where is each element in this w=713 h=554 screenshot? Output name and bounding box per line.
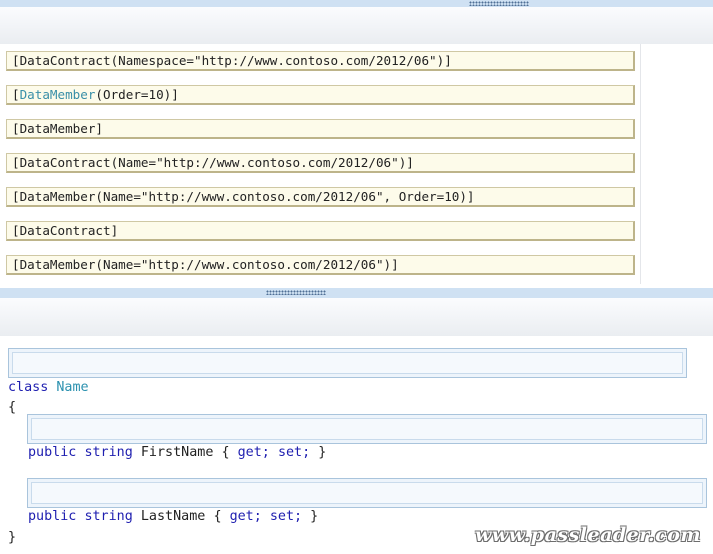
choice-datamember-name-order[interactable]: [DataMember(Name="http://www.contoso.com… (6, 187, 635, 207)
choice-bracket: [ (12, 87, 20, 102)
firstname-property-line: public string FirstName { get; set; } (28, 445, 326, 461)
set-keyword: set; (269, 509, 303, 524)
choice-bracket: [ (12, 155, 20, 170)
choice-datamember-name[interactable]: [DataMember(Name="http://www.contoso.com… (6, 255, 635, 275)
choice-bracket: [ (12, 257, 20, 272)
drop-target-class-attribute[interactable] (8, 348, 687, 378)
property-name: LastName (140, 509, 206, 524)
choice-datacontract-namespace[interactable]: [DataContract(Namespace="http://www.cont… (6, 51, 635, 71)
access-modifier: public (28, 509, 77, 524)
accessor-close: } (310, 445, 327, 460)
choice-text: DataMember] (19, 121, 103, 136)
access-modifier: public (28, 445, 77, 460)
answer-area-header (0, 7, 713, 44)
choice-bracket: [ (12, 223, 20, 238)
choice-keyword: DataMember (19, 87, 96, 102)
watermark: www.passleader.com (475, 524, 701, 546)
drag-drop-question: [DataContract(Namespace="http://www.cont… (0, 0, 713, 554)
top-splitter[interactable] (0, 0, 713, 7)
top-splitter-grip[interactable] (469, 1, 529, 6)
middle-splitter[interactable] (0, 288, 713, 298)
accessor-close: } (302, 509, 319, 524)
class-declaration-line: class Name (8, 380, 89, 396)
choice-text: DataContract(Name="http://www.contoso.co… (19, 155, 414, 170)
choice-datamember[interactable]: [DataMember] (6, 119, 635, 139)
drop-target-lastname-attribute[interactable] (27, 478, 707, 508)
choice-text: DataContract] (19, 223, 119, 238)
choice-text: DataContract(Namespace="http://www.conto… (19, 53, 452, 68)
choice-bracket: [ (12, 121, 20, 136)
close-brace: } (8, 530, 17, 545)
drop-target-firstname-attribute[interactable] (27, 414, 707, 444)
class-keyword: class (8, 380, 49, 395)
choice-datacontract-name[interactable]: [DataContract(Name="http://www.contoso.c… (6, 153, 635, 173)
get-keyword: get; (237, 445, 270, 460)
code-area-header (0, 298, 713, 336)
accessor-open: { (213, 509, 230, 524)
choice-bracket: [ (12, 53, 20, 68)
type-keyword: string (84, 445, 133, 460)
class-name: Name (56, 380, 89, 395)
choice-text: (Order=10)] (95, 87, 179, 102)
choice-text: DataMember(Name="http://www.contoso.com/… (19, 189, 475, 204)
lastname-property-line: public string LastName { get; set; } (28, 509, 318, 525)
accessor-open: { (221, 445, 238, 460)
choice-text: DataMember(Name="http://www.contoso.com/… (19, 257, 399, 272)
middle-splitter-grip[interactable] (266, 290, 326, 295)
palette-divider (640, 44, 641, 284)
choice-datamember-order[interactable]: [DataMember(Order=10)] (6, 85, 635, 105)
type-keyword: string (84, 509, 133, 524)
open-brace: { (8, 400, 17, 415)
choice-bracket: [ (12, 189, 20, 204)
get-keyword: get; (229, 509, 262, 524)
choice-datacontract[interactable]: [DataContract] (6, 221, 635, 241)
property-name: FirstName (140, 445, 214, 460)
set-keyword: set; (277, 445, 311, 460)
